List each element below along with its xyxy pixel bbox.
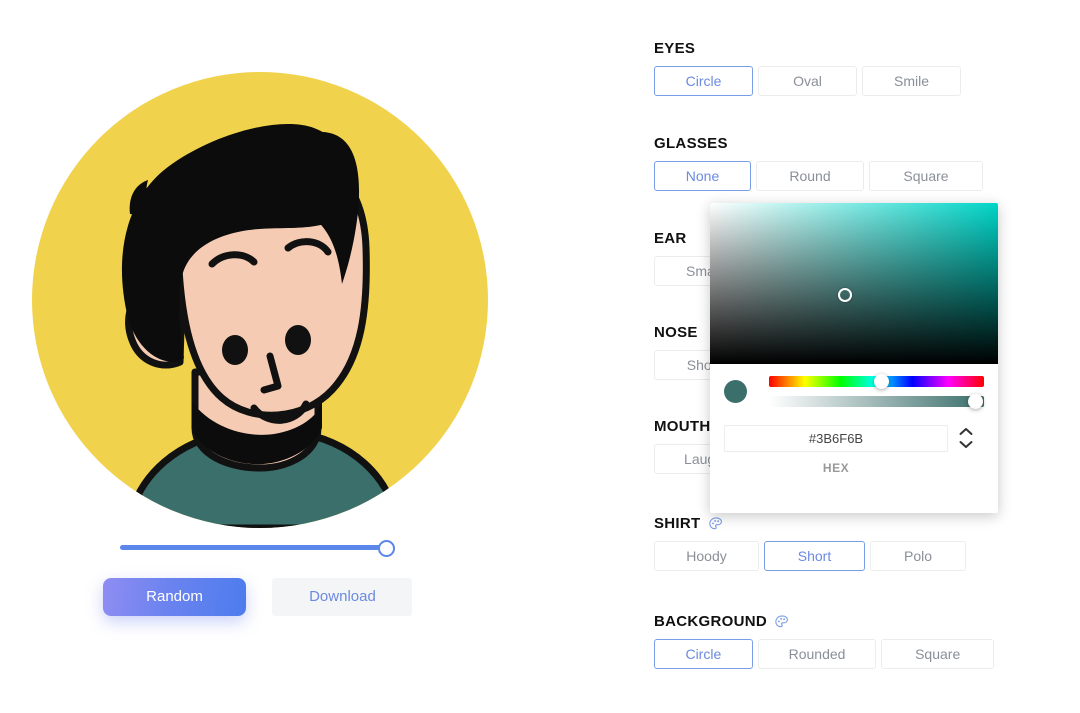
saturation-black-layer — [710, 203, 998, 364]
label-text: EYES — [654, 40, 696, 57]
hue-slider-handle[interactable] — [873, 374, 889, 389]
palette-icon[interactable] — [708, 516, 724, 532]
random-button[interactable]: Random — [103, 578, 246, 616]
avatar-preview — [32, 72, 488, 528]
choice-shirt-short[interactable]: Short — [764, 541, 865, 571]
avatar-eye-left — [222, 335, 248, 365]
option-group-label-glasses: GLASSES — [654, 135, 994, 152]
choice-row-shirt: Hoody Short Polo — [654, 541, 994, 571]
choice-background-rounded[interactable]: Rounded — [757, 639, 877, 669]
chevron-up-icon[interactable] — [959, 427, 973, 436]
color-picker-sliders-row — [724, 374, 984, 409]
choice-row-eyes: Circle Oval Smile — [654, 66, 994, 96]
label-text: NOSE — [654, 324, 698, 341]
choice-eyes-oval[interactable]: Oval — [758, 66, 857, 96]
hex-input[interactable] — [724, 425, 948, 452]
saturation-value-panel[interactable] — [710, 203, 998, 364]
choice-eyes-circle[interactable]: Circle — [654, 66, 753, 96]
color-picker-body: HEX — [710, 364, 998, 475]
choice-eyes-smile[interactable]: Smile — [862, 66, 961, 96]
avatar-illustration — [121, 124, 402, 528]
color-sliders-stack — [769, 374, 984, 409]
option-group-glasses: GLASSES None Round Square — [654, 135, 994, 191]
color-format-steppers[interactable] — [948, 425, 984, 449]
slider-thumb[interactable] — [378, 540, 395, 557]
avatar-preview-pane: Random Download — [0, 0, 640, 713]
avatar-generator-app: Random Download EYES Circle Oval Smile GLASS… — [0, 0, 1080, 713]
label-text: GLASSES — [654, 135, 728, 152]
choice-shirt-hoody[interactable]: Hoody — [654, 541, 759, 571]
choice-glasses-round[interactable]: Round — [756, 161, 864, 191]
palette-icon[interactable] — [774, 614, 790, 630]
hex-input-row: HEX — [724, 425, 984, 475]
hue-slider[interactable] — [769, 374, 984, 389]
label-text: BACKGROUND — [654, 613, 767, 630]
label-text: MOUTH — [654, 418, 711, 435]
option-group-background: BACKGROUND Circle Rounded Square — [654, 613, 994, 669]
option-group-label-background: BACKGROUND — [654, 613, 994, 630]
action-button-row: Random Download — [103, 578, 413, 616]
option-group-label-shirt: SHIRT — [654, 515, 994, 532]
option-group-eyes: EYES Circle Oval Smile — [654, 40, 994, 96]
choice-background-circle[interactable]: Circle — [654, 639, 753, 669]
option-group-label-eyes: EYES — [654, 40, 994, 57]
choice-background-square[interactable]: Square — [881, 639, 994, 669]
choice-row-glasses: None Round Square — [654, 161, 994, 191]
hex-field-wrapper: HEX — [724, 425, 948, 475]
avatar-eye-right — [285, 325, 311, 355]
palette-icon — [708, 516, 722, 529]
choice-shirt-polo[interactable]: Polo — [870, 541, 966, 571]
alpha-slider-handle[interactable] — [968, 394, 984, 409]
hex-format-label: HEX — [822, 461, 850, 475]
download-button[interactable]: Download — [272, 578, 413, 616]
option-group-shirt: SHIRT Hoody Short Polo — [654, 515, 994, 571]
label-text: SHIRT — [654, 515, 701, 532]
choice-glasses-square[interactable]: Square — [869, 161, 983, 191]
avatar-size-slider[interactable] — [120, 540, 395, 557]
choice-row-background: Circle Rounded Square — [654, 639, 994, 669]
alpha-slider[interactable] — [769, 394, 984, 409]
current-color-swatch — [724, 380, 747, 403]
slider-track[interactable] — [120, 545, 386, 550]
color-picker-popover[interactable]: HEX — [710, 203, 998, 513]
choice-glasses-none[interactable]: None — [654, 161, 751, 191]
palette-icon — [775, 614, 788, 627]
label-text: EAR — [654, 230, 687, 247]
chevron-down-icon[interactable] — [959, 440, 973, 449]
